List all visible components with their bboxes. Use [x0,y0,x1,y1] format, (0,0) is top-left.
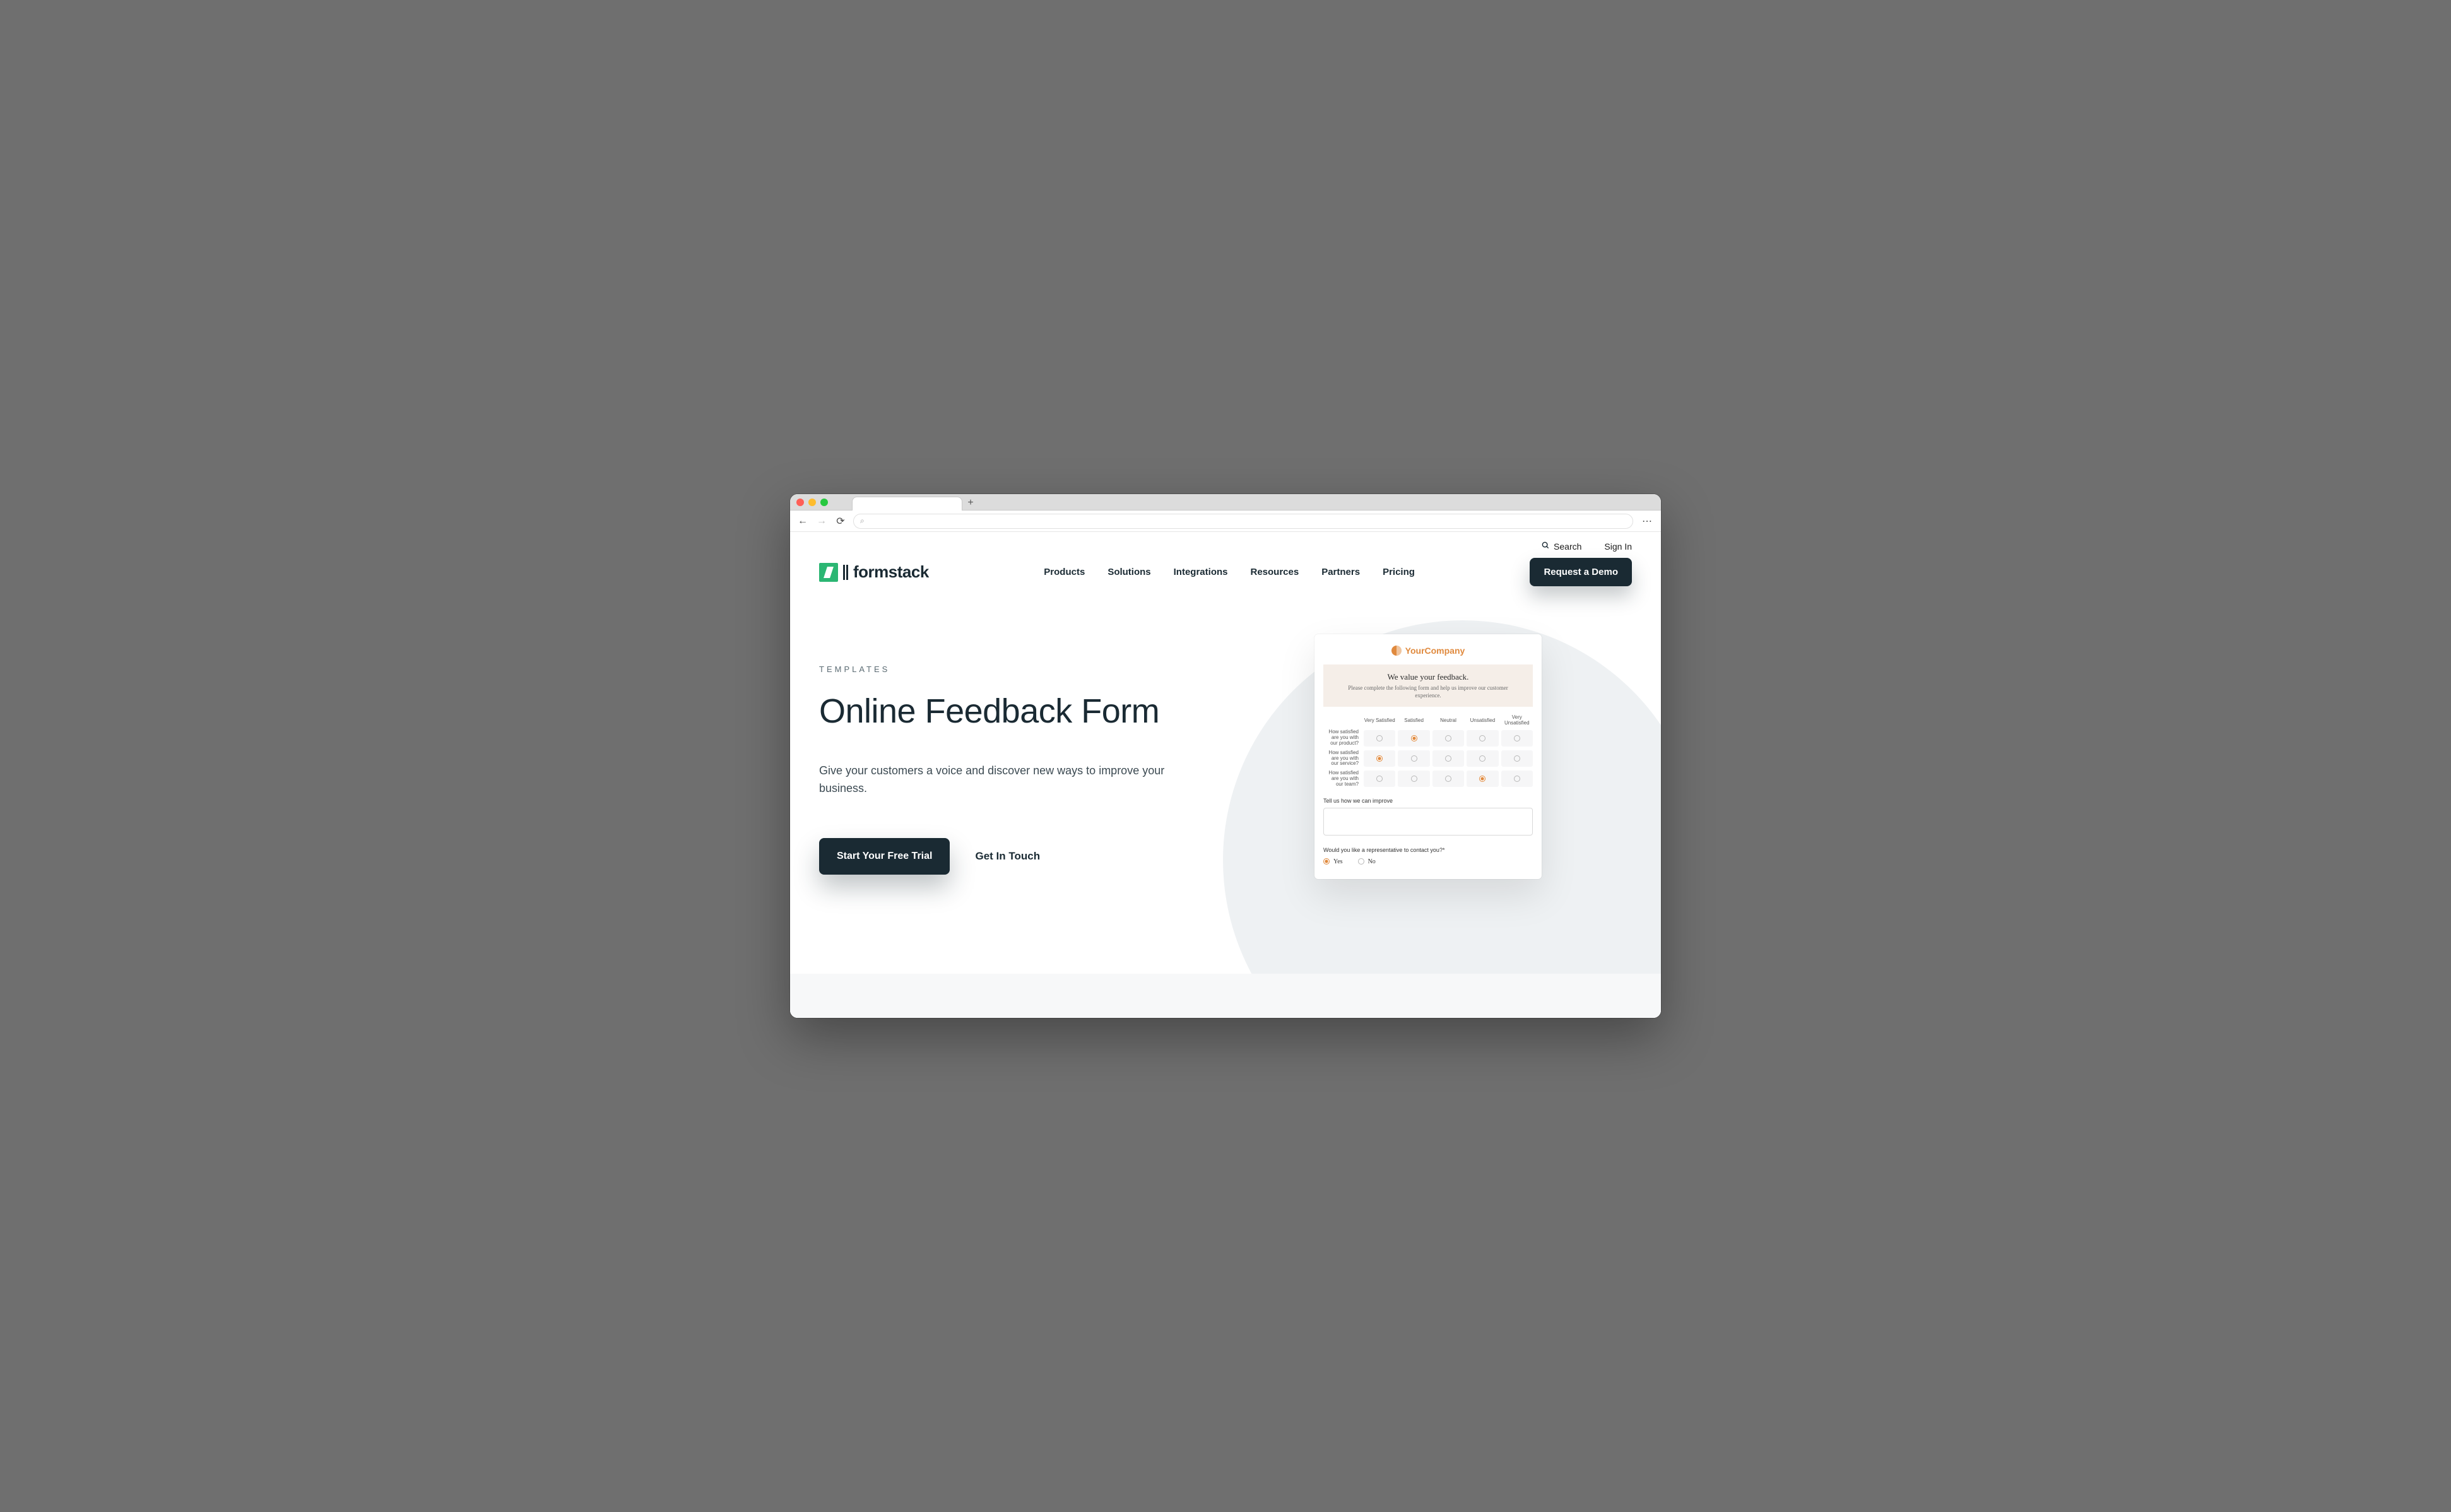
preview-banner-title: We value your feedback. [1338,672,1518,682]
search-icon [1541,541,1550,552]
browser-menu-button[interactable]: ⋯ [1639,515,1655,528]
footer-band [790,974,1661,1018]
radio-icon [1376,735,1383,741]
preview-logo-icon [1391,646,1402,656]
preview-banner: We value your feedback. Please complete … [1323,664,1533,707]
radio-icon [1479,755,1485,762]
scale-col-1: Very Satisfied [1364,718,1395,723]
radio-selected-icon [1411,735,1417,741]
preview-no-label: No [1368,858,1376,865]
window-minimize-icon[interactable] [808,499,816,506]
window-titlebar: + [790,494,1661,511]
radio-selected-icon [1479,776,1485,782]
site-search-label: Search [1554,541,1581,552]
radio-icon [1358,858,1364,865]
preview-option-no: No [1358,858,1376,865]
address-search-icon: ⌕ [860,516,865,526]
radio-selected-icon [1376,755,1383,762]
radio-icon [1514,776,1520,782]
preview-likert-matrix: Very Satisfied Satisfied Neutral Unsatis… [1323,714,1533,787]
hero-lede: Give your customers a voice and discover… [819,762,1172,798]
browser-window: + ← → ⟳ ⌕ ⋯ Search Sign In formstack [790,494,1661,1018]
hero-illustration: YourCompany We value your feedback. Plea… [1248,639,1652,879]
preview-question-row: How satisfied are you with our team? [1323,771,1533,787]
nav-pricing[interactable]: Pricing [1383,567,1415,577]
nav-partners[interactable]: Partners [1321,567,1360,577]
preview-yes-label: Yes [1333,858,1343,865]
preview-question-row: How satisfied are you with our product? [1323,729,1533,746]
forward-button: → [815,516,828,527]
scale-col-5: Very Unsatisfied [1501,714,1533,726]
radio-icon [1514,755,1520,762]
new-tab-button[interactable]: + [962,496,979,510]
radio-icon [1514,735,1520,741]
brand-bars-icon [843,565,848,580]
scale-col-3: Neutral [1432,718,1464,723]
request-demo-button[interactable]: Request a Demo [1530,558,1632,586]
radio-icon [1376,776,1383,782]
page: Search Sign In formstack Products Soluti… [790,532,1661,1018]
hero-eyebrow: TEMPLATES [819,664,1223,674]
preview-q1-label: How satisfied are you with our product? [1323,729,1361,746]
nav-products[interactable]: Products [1044,567,1085,577]
start-trial-button[interactable]: Start Your Free Trial [819,838,950,875]
site-search[interactable]: Search [1541,541,1581,552]
get-in-touch-link[interactable]: Get In Touch [975,850,1040,863]
nav-resources[interactable]: Resources [1250,567,1299,577]
browser-tab[interactable] [852,497,962,511]
radio-icon [1445,735,1451,741]
nav-integrations[interactable]: Integrations [1174,567,1228,577]
preview-yes-no: Yes No [1323,858,1533,865]
scale-col-2: Satisfied [1398,718,1429,723]
address-bar[interactable]: ⌕ [853,514,1633,529]
radio-icon [1411,776,1417,782]
hero: TEMPLATES Online Feedback Form Give your… [790,601,1661,879]
preview-q3-label: How satisfied are you with our team? [1323,771,1361,787]
reload-button[interactable]: ⟳ [834,515,847,528]
preview-banner-subtitle: Please complete the following form and h… [1338,685,1518,699]
radio-icon [1445,755,1451,762]
radio-icon [1479,735,1485,741]
radio-icon [1411,755,1417,762]
utility-nav: Search Sign In [790,532,1661,552]
sign-in-link[interactable]: Sign In [1604,541,1632,552]
nav-solutions[interactable]: Solutions [1107,567,1150,577]
brand-wordmark: formstack [853,562,929,582]
browser-toolbar: ← → ⟳ ⌕ ⋯ [790,511,1661,532]
scale-col-4: Unsatisfied [1467,718,1498,723]
preview-option-yes: Yes [1323,858,1343,865]
preview-q2-label: How satisfied are you with our service? [1323,750,1361,767]
preview-scale-header: Very Satisfied Satisfied Neutral Unsatis… [1323,714,1533,726]
preview-question-row: How satisfied are you with our service? [1323,750,1533,767]
brand-mark-icon [819,563,838,582]
page-title: Online Feedback Form [819,692,1223,731]
window-close-icon[interactable] [796,499,804,506]
radio-selected-icon [1323,858,1330,865]
preview-contact-question: Would you like a representative to conta… [1323,847,1533,853]
preview-company-name: YourCompany [1405,646,1465,656]
preview-improve-label: Tell us how we can improve [1323,798,1533,804]
preview-textarea [1323,808,1533,836]
site-header: formstack Products Solutions Integration… [790,552,1661,601]
brand-logo[interactable]: formstack [819,562,929,582]
tab-strip: + [852,494,979,510]
hero-copy: TEMPLATES Online Feedback Form Give your… [819,639,1223,879]
preview-company-logo: YourCompany [1323,646,1533,656]
window-controls [796,499,828,506]
radio-icon [1445,776,1451,782]
hero-actions: Start Your Free Trial Get In Touch [819,838,1223,875]
window-zoom-icon[interactable] [820,499,828,506]
back-button[interactable]: ← [796,516,809,527]
primary-nav: Products Solutions Integrations Resource… [1044,567,1415,577]
template-preview-card: YourCompany We value your feedback. Plea… [1314,634,1542,879]
